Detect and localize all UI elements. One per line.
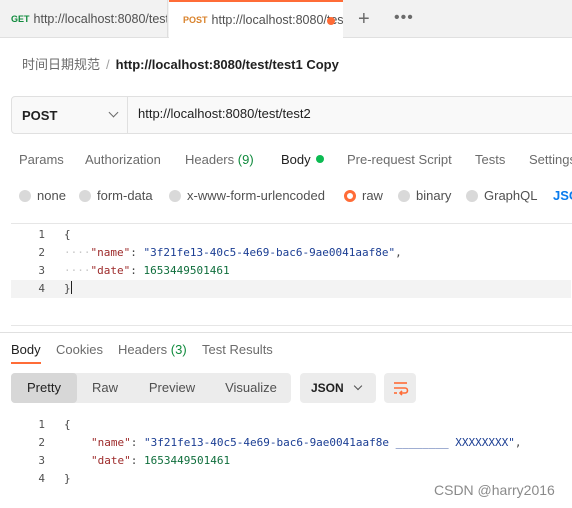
view-raw[interactable]: Raw (77, 373, 133, 403)
line-number: 1 (38, 418, 45, 431)
raw-format-json-select[interactable]: JSON (553, 188, 572, 203)
new-tab-plus-icon[interactable]: + (358, 8, 370, 31)
url-input[interactable]: http://localhost:8080/test/test2 (138, 106, 311, 121)
json-number-value: 1653449501461 (143, 264, 230, 277)
tab-tests[interactable]: Tests (475, 152, 505, 167)
radio-off-icon (169, 189, 181, 202)
json-brace: { (64, 418, 71, 431)
tab-method-post: POST (183, 15, 208, 25)
view-pretty[interactable]: Pretty (11, 373, 77, 403)
json-number-value: 1653449501461 (144, 454, 231, 467)
code-line: 3 ····"date": 1653449501461 (11, 262, 571, 280)
breadcrumb: 时间日期规范 / http://localhost:8080/test/test1 … (22, 54, 339, 73)
body-active-dot-icon (315, 155, 324, 163)
radio-label: binary (416, 188, 452, 203)
tab-bar: GET http://localhost:8080/test/test1 POS… (0, 0, 572, 38)
format-label: JSON (311, 381, 344, 395)
chevron-down-icon (353, 381, 363, 391)
radio-label: GraphQL (484, 188, 538, 203)
json-brace: } (64, 282, 71, 295)
tab-params[interactable]: Params (19, 152, 64, 167)
code-line-active: 4 } (11, 280, 571, 298)
json-key: "date" (90, 264, 131, 277)
tab-title: http://localhost:8080/test/test1 (33, 12, 167, 26)
wrap-lines-button[interactable] (384, 373, 416, 403)
radio-raw[interactable]: raw (344, 188, 383, 203)
radio-off-icon (398, 189, 410, 202)
radio-label: x-www-form-urlencoded (187, 188, 325, 203)
radio-off-icon (79, 189, 91, 202)
response-tab-cookies[interactable]: Cookies (56, 342, 103, 357)
radio-off-icon (19, 189, 31, 202)
code-line: 1 { (11, 226, 571, 244)
method-label: POST (22, 107, 58, 123)
line-number: 1 (38, 228, 45, 241)
breadcrumb-collection[interactable]: 时间日期规范 (22, 57, 100, 72)
response-divider[interactable] (0, 332, 572, 333)
request-body-editor[interactable]: 1 { 2 ····"name": "3f21fe13-40c5-4e69-ba… (11, 223, 572, 326)
radio-on-icon (344, 189, 356, 202)
line-number: 4 (38, 282, 45, 295)
line-number: 4 (38, 472, 45, 485)
request-tab-test1[interactable]: GET http://localhost:8080/test/test1 (0, 0, 168, 38)
unsaved-changes-icon (327, 17, 335, 25)
response-tab-test-results[interactable]: Test Results (202, 342, 273, 357)
json-key: "name" (91, 436, 131, 449)
radio-graphql[interactable]: GraphQL (466, 188, 537, 203)
json-key: "date" (91, 454, 131, 467)
tab-authorization[interactable]: Authorization (85, 152, 161, 167)
headers-count: (9) (237, 152, 254, 167)
json-brace: { (64, 228, 71, 241)
json-string-value: "3f21fe13-40c5-4e69-bac6-9ae0041aaf8e" (143, 246, 396, 259)
radio-form-data[interactable]: form-data (79, 188, 153, 203)
tab-title: http://localhost:8080/test/test2 (211, 13, 343, 27)
wrap-lines-icon (394, 382, 409, 396)
breadcrumb-separator: / (106, 57, 110, 72)
tab-settings[interactable]: Settings (529, 152, 572, 167)
code-line: 2 ····"name": "3f21fe13-40c5-4e69-bac6-9… (11, 244, 571, 262)
tab-headers-label: Headers (185, 152, 235, 167)
tab-headers[interactable]: Headers (9) (185, 152, 254, 167)
radio-none[interactable]: none (19, 188, 66, 203)
request-tab-test2[interactable]: POST http://localhost:8080/test/test2 (169, 0, 343, 38)
line-number: 2 (38, 436, 45, 449)
line-number: 2 (38, 246, 45, 259)
response-tab-headers-label: Headers (118, 342, 168, 357)
tab-body[interactable]: Body (281, 152, 324, 167)
method-select[interactable]: POST (12, 97, 128, 133)
json-brace: } (64, 472, 71, 485)
tab-method-get: GET (11, 14, 30, 24)
url-bar: POST http://localhost:8080/test/test2 (11, 96, 572, 134)
radio-label: form-data (97, 188, 153, 203)
json-key: "name" (90, 246, 131, 259)
radio-off-icon (466, 189, 478, 202)
radio-urlencoded[interactable]: x-www-form-urlencoded (169, 188, 325, 203)
radio-binary[interactable]: binary (398, 188, 451, 203)
radio-label: none (37, 188, 66, 203)
radio-label: raw (362, 188, 383, 203)
response-headers-count: (3) (170, 342, 187, 357)
request-name[interactable]: http://localhost:8080/test/test1 Copy (116, 57, 339, 72)
watermark: CSDN @harry2016 (434, 482, 555, 498)
view-preview[interactable]: Preview (133, 373, 211, 403)
more-tabs-ellipsis-icon[interactable]: ••• (394, 9, 414, 27)
view-visualize[interactable]: Visualize (211, 373, 291, 403)
tab-body-label: Body (281, 152, 311, 167)
chevron-down-icon (108, 107, 119, 118)
json-string-value: "3f21fe13-40c5-4e69-bac6-9ae0041aaf8e __… (144, 436, 515, 449)
text-cursor (70, 281, 72, 294)
response-tab-body[interactable]: Body (11, 342, 41, 364)
response-view-toggle: Pretty Raw Preview Visualize (11, 373, 291, 403)
response-format-select[interactable]: JSON (300, 373, 376, 403)
tab-pre-request-script[interactable]: Pre-request Script (347, 152, 452, 167)
response-tab-headers[interactable]: Headers (3) (118, 342, 187, 357)
line-number: 3 (38, 454, 45, 467)
line-number: 3 (38, 264, 45, 277)
